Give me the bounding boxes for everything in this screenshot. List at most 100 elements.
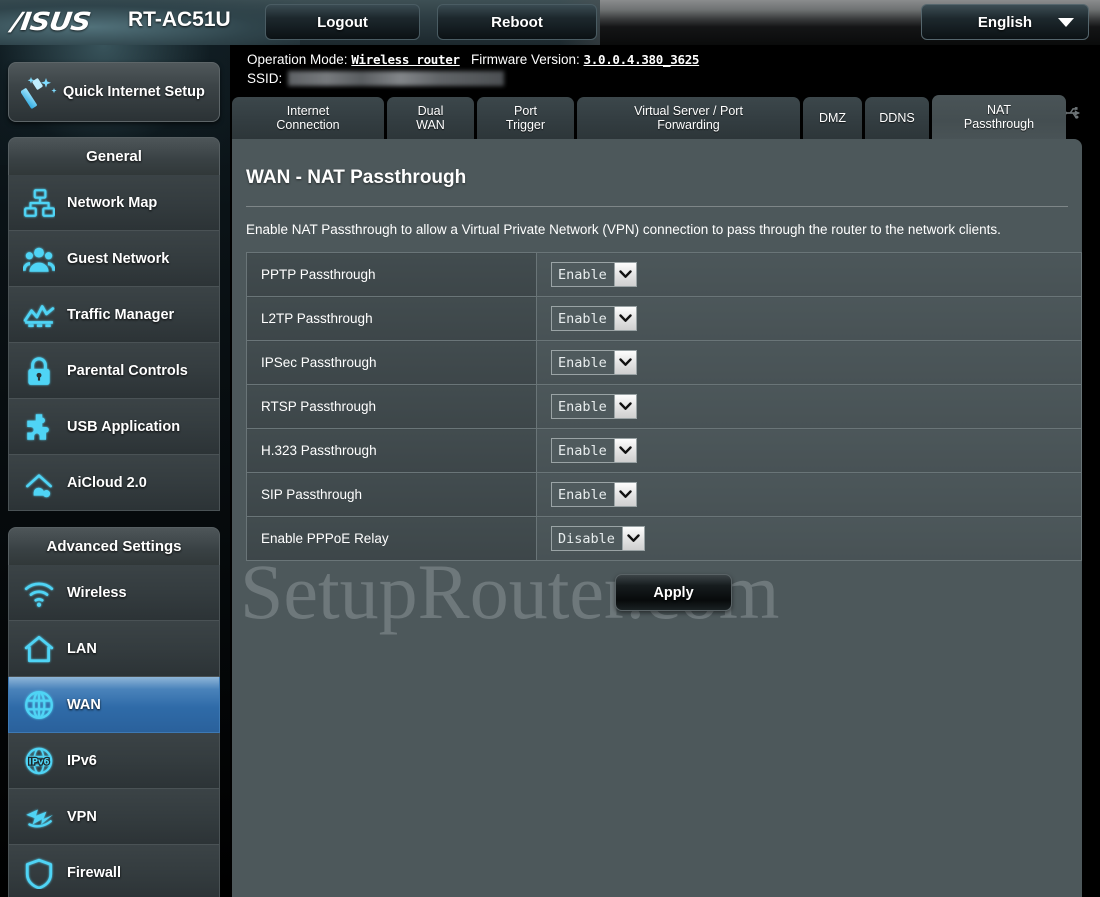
select-h-323-passthrough[interactable]: Enable [551,438,637,463]
select-pptp-passthrough[interactable]: Enable [551,262,637,287]
tab-bar: Internet Connection Dual WAN Port Trigger Virt… [232,95,1066,139]
firmware-version-value[interactable]: 3.0.0.4.380_3625 [584,52,700,67]
select-sip-passthrough[interactable]: Enable [551,482,637,507]
row-field: Enable [536,252,1082,297]
logout-button[interactable]: Logout [265,4,420,40]
wifi-icon [24,581,54,607]
sidebar-item-label: WAN [67,696,101,713]
nav-group-title-advanced-settings: Advanced Settings [8,527,220,565]
sidebar-item-label: USB Application [67,418,181,435]
operation-mode-line: Operation Mode: Wireless router Firmware… [247,52,699,67]
ssid-line: SSID: [247,71,505,86]
table-row: IPSec Passthrough Enable [246,340,1082,385]
tab-ddns[interactable]: DDNS [865,97,929,139]
sidebar-item-aicloud-2-0[interactable]: AiCloud 2.0 [8,455,220,511]
page-title: WAN - NAT Passthrough [246,167,467,188]
sidebar-item-label: LAN [67,640,97,657]
select-value: Enable [558,266,607,283]
chevron-down-icon [614,395,636,418]
row-label: RTSP Passthrough [246,384,537,429]
sidebar-item-usb-application[interactable]: USB Application [8,399,220,455]
puzzle-icon [27,413,49,440]
sidebar-item-lan[interactable]: LAN [8,621,220,677]
info-strip: Operation Mode: Wireless router Firmware… [230,45,1100,120]
select-enable-pppoe-relay[interactable]: Disable [551,526,645,551]
select-value: Enable [558,486,607,503]
tab-label-line2: Passthrough [963,117,1035,131]
select-ipsec-passthrough[interactable]: Enable [551,350,637,375]
select-value: Disable [558,530,615,547]
tab-label-line1: Port [514,104,537,118]
tab-port-trigger[interactable]: Port Trigger [477,97,574,139]
row-label: PPTP Passthrough [246,252,537,297]
select-value: Enable [558,398,607,415]
tab-label-line1: NAT [986,103,1012,117]
tab-virtual-server-port-forwarding[interactable]: Virtual Server / Port Forwarding [577,97,800,139]
language-selector[interactable]: English [921,4,1089,40]
row-field: Disable [536,516,1082,561]
chevron-down-icon [1058,18,1074,27]
row-label: IPSec Passthrough [246,340,537,385]
tab-dual-wan[interactable]: Dual WAN [387,97,474,139]
tab-label-line2: Forwarding [657,118,720,132]
sidebar-item-ipv6[interactable]: IPv6 IPv6 [8,733,220,789]
tab-dmz[interactable]: DMZ [803,97,862,139]
table-row: L2TP Passthrough Enable [246,296,1082,341]
select-l2tp-passthrough[interactable]: Enable [551,306,637,331]
row-label: SIP Passthrough [246,472,537,517]
chevron-down-icon [614,263,636,286]
select-rtsp-passthrough[interactable]: Enable [551,394,637,419]
sidebar-item-vpn[interactable]: VPN [8,789,220,845]
sidebar-item-label: Parental Controls [67,362,188,379]
sidebar-item-guest-network[interactable]: Guest Network [8,231,220,287]
quick-internet-setup-label: Quick Internet Setup [63,83,205,100]
tab-internet-connection[interactable]: Internet Connection [232,97,384,139]
svg-text:IPv6: IPv6 [29,757,50,767]
home-icon [24,635,54,662]
nav-group-advanced: Advanced Settings Wireless LAN WAN IPv6 I… [8,527,220,897]
nat-passthrough-table: PPTP Passthrough Enable L2TP Passthrough En… [246,252,1082,561]
language-label: English [977,13,1033,31]
router-model-name: RT-AC51U [128,8,231,31]
sidebar-item-label: Wireless [67,584,127,601]
asus-logo[interactable]: /ISUS [10,7,92,36]
nav-group-general: General Network Map Guest Network Traffi… [8,137,220,511]
table-row: RTSP Passthrough Enable [246,384,1082,429]
sidebar-item-label: Traffic Manager [67,306,175,323]
select-value: Enable [558,310,607,327]
row-field: Enable [536,384,1082,429]
sidebar-item-wan[interactable]: WAN [8,677,220,733]
tab-label-line2: Trigger [505,118,546,132]
main-content-panel: SetupRouter.com WAN - NAT Passthrough En… [232,139,1082,897]
ipv6-globe-icon: IPv6 [25,747,53,774]
operation-mode-label: Operation Mode: [247,52,348,67]
table-row: PPTP Passthrough Enable [246,252,1082,297]
chevron-down-icon [614,439,636,462]
cloud-icon [25,473,53,497]
traffic-manager-icon [23,304,55,327]
tab-label-line2: WAN [416,118,445,132]
chevron-down-icon [614,483,636,506]
sidebar-item-firewall[interactable]: Firewall [8,845,220,897]
nav-group-title-general: General [8,137,220,175]
sidebar-item-label: VPN [67,808,97,825]
row-field: Enable [536,472,1082,517]
table-row: H.323 Passthrough Enable [246,428,1082,473]
chevron-down-icon [621,527,644,550]
operation-mode-value[interactable]: Wireless router [351,52,460,67]
sidebar-item-label: Firewall [67,864,121,881]
sidebar-item-label: IPv6 [67,752,97,769]
sidebar-item-label: AiCloud 2.0 [67,474,147,491]
apply-button[interactable]: Apply [615,574,732,611]
sidebar-item-parental-controls[interactable]: Parental Controls [8,343,220,399]
row-field: Enable [536,340,1082,385]
sidebar-item-traffic-manager[interactable]: Traffic Manager [8,287,220,343]
sidebar-item-wireless[interactable]: Wireless [8,565,220,621]
tab-nat-passthrough[interactable]: NAT Passthrough [932,95,1066,139]
top-header-bar: /ISUS RT-AC51U Logout Reboot English [0,0,1100,45]
tab-label-line1: Dual [417,104,444,118]
quick-internet-setup-button[interactable]: Quick Internet Setup [8,62,220,122]
sidebar-item-network-map[interactable]: Network Map [8,175,220,231]
reboot-button[interactable]: Reboot [437,4,597,40]
tab-label-line1: DDNS [879,111,915,125]
